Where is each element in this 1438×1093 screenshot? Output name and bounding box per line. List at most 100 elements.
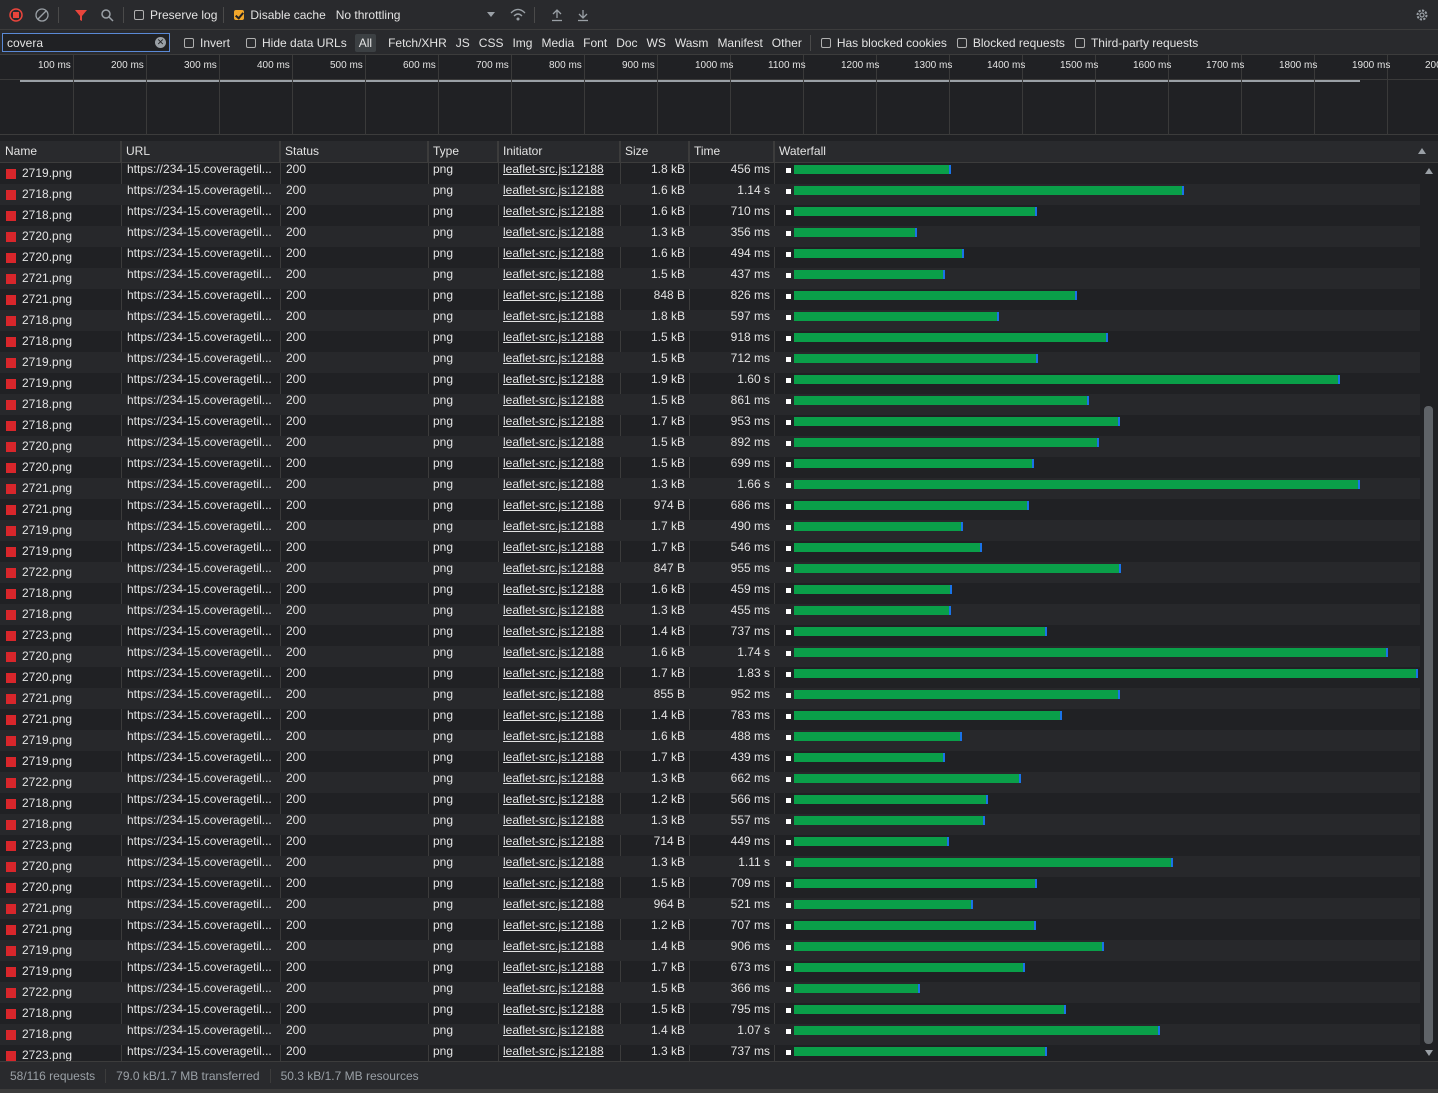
- waterfall-cell[interactable]: [774, 688, 1420, 709]
- request-initiator-link[interactable]: leaflet-src.js:12188: [498, 268, 620, 289]
- table-row[interactable]: 2719.png https://234-15.coveragetil... 200…: [0, 751, 1420, 772]
- table-row[interactable]: 2720.png https://234-15.coveragetil... 200…: [0, 436, 1420, 457]
- waterfall-cell[interactable]: [774, 268, 1420, 289]
- request-initiator-link[interactable]: leaflet-src.js:12188: [498, 877, 620, 898]
- request-name-cell[interactable]: 2718.png: [0, 1024, 121, 1045]
- waterfall-cell[interactable]: [774, 331, 1420, 352]
- request-url[interactable]: https://234-15.coveragetil...: [121, 919, 280, 940]
- waterfall-bar[interactable]: [794, 396, 1087, 405]
- request-initiator-link[interactable]: leaflet-src.js:12188: [498, 373, 620, 394]
- table-row[interactable]: 2720.png https://234-15.coveragetil... 200…: [0, 226, 1420, 247]
- sort-ascending-icon[interactable]: [1418, 148, 1426, 154]
- request-url[interactable]: https://234-15.coveragetil...: [121, 373, 280, 394]
- table-row[interactable]: 2718.png https://234-15.coveragetil... 200…: [0, 814, 1420, 835]
- table-row[interactable]: 2721.png https://234-15.coveragetil... 200…: [0, 499, 1420, 520]
- throttling-select[interactable]: No throttling: [336, 8, 496, 22]
- table-row[interactable]: 2719.png https://234-15.coveragetil... 200…: [0, 730, 1420, 751]
- waterfall-cell[interactable]: [774, 625, 1420, 646]
- hide-data-urls-checkbox[interactable]: Hide data URLs: [246, 36, 347, 50]
- type-filter-wasm[interactable]: Wasm: [675, 36, 709, 50]
- waterfall-cell[interactable]: [774, 604, 1420, 625]
- type-filter-js[interactable]: JS: [456, 36, 470, 50]
- waterfall-bar[interactable]: [794, 774, 1019, 783]
- table-row[interactable]: 2718.png https://234-15.coveragetil... 200…: [0, 184, 1420, 205]
- waterfall-cell[interactable]: [774, 646, 1420, 667]
- filter-input[interactable]: covera ✕: [2, 33, 170, 52]
- request-url[interactable]: https://234-15.coveragetil...: [121, 226, 280, 247]
- request-url[interactable]: https://234-15.coveragetil...: [121, 709, 280, 730]
- request-url[interactable]: https://234-15.coveragetil...: [121, 394, 280, 415]
- request-name-cell[interactable]: 2721.png: [0, 919, 121, 940]
- request-initiator-link[interactable]: leaflet-src.js:12188: [498, 436, 620, 457]
- request-url[interactable]: https://234-15.coveragetil...: [121, 205, 280, 226]
- request-url[interactable]: https://234-15.coveragetil...: [121, 961, 280, 982]
- request-url[interactable]: https://234-15.coveragetil...: [121, 667, 280, 688]
- request-name-cell[interactable]: 2721.png: [0, 709, 121, 730]
- table-row[interactable]: 2721.png https://234-15.coveragetil... 200…: [0, 289, 1420, 310]
- export-har-icon[interactable]: [573, 5, 593, 25]
- waterfall-bar[interactable]: [794, 501, 1027, 510]
- request-initiator-link[interactable]: leaflet-src.js:12188: [498, 226, 620, 247]
- request-name-cell[interactable]: 2718.png: [0, 793, 121, 814]
- waterfall-bar[interactable]: [794, 753, 943, 762]
- waterfall-bar[interactable]: [794, 711, 1060, 720]
- table-row[interactable]: 2718.png https://234-15.coveragetil... 200…: [0, 415, 1420, 436]
- request-name-cell[interactable]: 2718.png: [0, 310, 121, 331]
- request-url[interactable]: https://234-15.coveragetil...: [121, 646, 280, 667]
- request-url[interactable]: https://234-15.coveragetil...: [121, 436, 280, 457]
- request-name-cell[interactable]: 2723.png: [0, 1045, 121, 1061]
- request-url[interactable]: https://234-15.coveragetil...: [121, 877, 280, 898]
- waterfall-bar[interactable]: [794, 438, 1097, 447]
- column-header-status[interactable]: Status: [280, 141, 428, 163]
- request-initiator-link[interactable]: leaflet-src.js:12188: [498, 982, 620, 1003]
- request-initiator-link[interactable]: leaflet-src.js:12188: [498, 520, 620, 541]
- waterfall-cell[interactable]: [774, 940, 1420, 961]
- has-blocked-cookies-checkbox[interactable]: Has blocked cookies: [820, 36, 947, 50]
- request-url[interactable]: https://234-15.coveragetil...: [121, 1045, 280, 1061]
- type-filter-doc[interactable]: Doc: [616, 36, 637, 50]
- type-filter-other[interactable]: Other: [772, 36, 802, 50]
- request-name-cell[interactable]: 2721.png: [0, 499, 121, 520]
- column-header-name[interactable]: Name: [0, 141, 121, 163]
- table-row[interactable]: 2721.png https://234-15.coveragetil... 200…: [0, 688, 1420, 709]
- request-url[interactable]: https://234-15.coveragetil...: [121, 625, 280, 646]
- column-header-url[interactable]: URL: [121, 141, 280, 163]
- checkbox-box[interactable]: [1074, 37, 1085, 48]
- waterfall-bar[interactable]: [794, 858, 1171, 867]
- table-row[interactable]: 2723.png https://234-15.coveragetil... 200…: [0, 835, 1420, 856]
- request-url[interactable]: https://234-15.coveragetil...: [121, 814, 280, 835]
- waterfall-cell[interactable]: [774, 814, 1420, 835]
- request-name-cell[interactable]: 2718.png: [0, 331, 121, 352]
- request-initiator-link[interactable]: leaflet-src.js:12188: [498, 457, 620, 478]
- scrollbar-thumb[interactable]: [1424, 406, 1433, 1044]
- type-filter-img[interactable]: Img: [512, 36, 532, 50]
- request-url[interactable]: https://234-15.coveragetil...: [121, 583, 280, 604]
- request-name-cell[interactable]: 2720.png: [0, 646, 121, 667]
- table-row[interactable]: 2720.png https://234-15.coveragetil... 200…: [0, 247, 1420, 268]
- request-initiator-link[interactable]: leaflet-src.js:12188: [498, 898, 620, 919]
- request-initiator-link[interactable]: leaflet-src.js:12188: [498, 730, 620, 751]
- waterfall-cell[interactable]: [774, 730, 1420, 751]
- request-name-cell[interactable]: 2718.png: [0, 814, 121, 835]
- type-filter-ws[interactable]: WS: [647, 36, 666, 50]
- waterfall-bar[interactable]: [794, 963, 1023, 972]
- request-name-cell[interactable]: 2721.png: [0, 688, 121, 709]
- network-conditions-icon[interactable]: [508, 5, 528, 25]
- search-icon[interactable]: [97, 5, 117, 25]
- table-row[interactable]: 2719.png https://234-15.coveragetil... 200…: [0, 352, 1420, 373]
- table-row[interactable]: 2719.png https://234-15.coveragetil... 200…: [0, 541, 1420, 562]
- request-initiator-link[interactable]: leaflet-src.js:12188: [498, 688, 620, 709]
- table-row[interactable]: 2720.png https://234-15.coveragetil... 200…: [0, 667, 1420, 688]
- request-url[interactable]: https://234-15.coveragetil...: [121, 856, 280, 877]
- waterfall-cell[interactable]: [774, 163, 1420, 184]
- waterfall-cell[interactable]: [774, 436, 1420, 457]
- request-initiator-link[interactable]: leaflet-src.js:12188: [498, 625, 620, 646]
- scroll-down-arrow-icon[interactable]: [1425, 1050, 1433, 1056]
- request-initiator-link[interactable]: leaflet-src.js:12188: [498, 940, 620, 961]
- checkbox-box[interactable]: [246, 37, 257, 48]
- table-row[interactable]: 2719.png https://234-15.coveragetil... 200…: [0, 961, 1420, 982]
- request-name-cell[interactable]: 2723.png: [0, 625, 121, 646]
- waterfall-cell[interactable]: [774, 793, 1420, 814]
- request-initiator-link[interactable]: leaflet-src.js:12188: [498, 1024, 620, 1045]
- request-initiator-link[interactable]: leaflet-src.js:12188: [498, 541, 620, 562]
